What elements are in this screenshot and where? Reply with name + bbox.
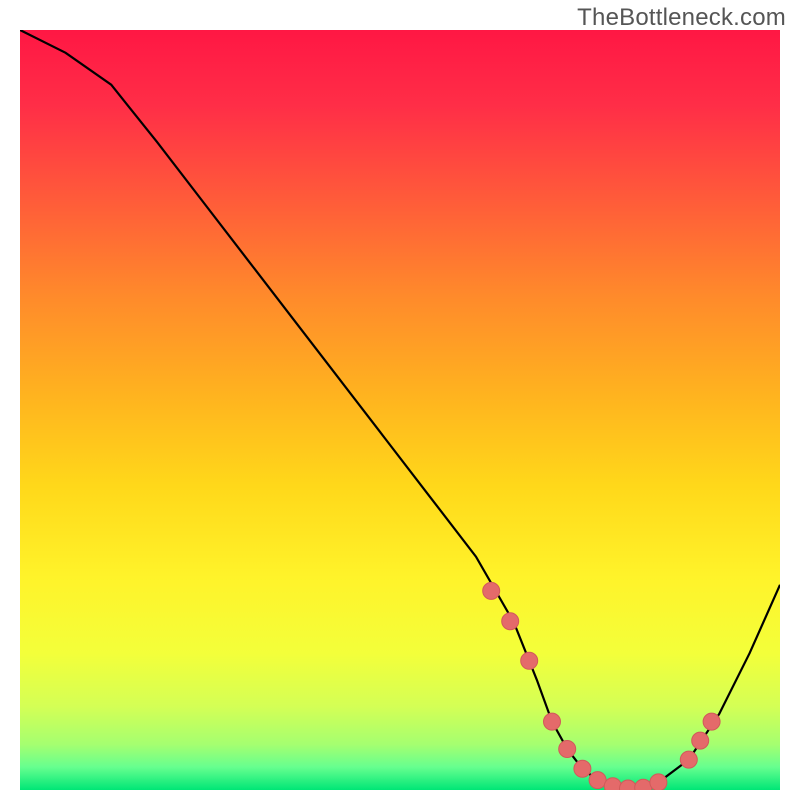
chart-frame: TheBottleneck.com: [0, 0, 800, 800]
border-right: [780, 30, 782, 790]
marker-dot: [521, 652, 538, 669]
marker-dot: [559, 740, 576, 757]
marker-dot: [604, 778, 621, 795]
marker-dot: [635, 779, 652, 796]
border-bottom: [18, 790, 782, 792]
border-left: [18, 30, 20, 790]
marker-dot: [620, 780, 637, 797]
chart-svg: [0, 0, 800, 800]
marker-dot: [589, 772, 606, 789]
marker-dot: [502, 613, 519, 630]
gradient-background: [20, 30, 780, 790]
marker-dot: [483, 582, 500, 599]
marker-dot: [544, 713, 561, 730]
watermark-text: TheBottleneck.com: [577, 4, 786, 32]
marker-dot: [650, 774, 667, 791]
marker-dot: [680, 751, 697, 768]
marker-dot: [703, 713, 720, 730]
marker-dot: [692, 732, 709, 749]
marker-dot: [574, 760, 591, 777]
